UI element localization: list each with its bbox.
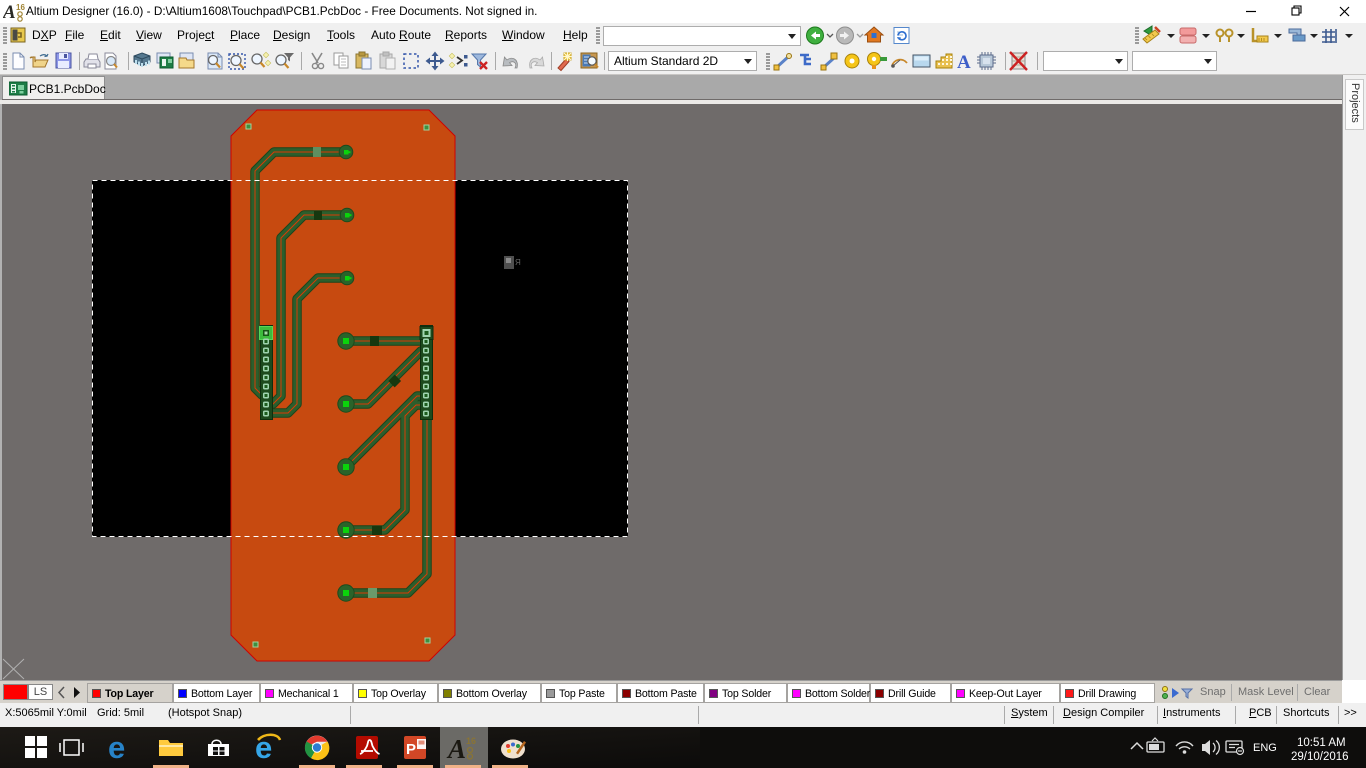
svg-text:29/10/2016: 29/10/2016 [1291,751,1349,763]
svg-text:A: A [446,734,466,764]
svg-text:A: A [3,2,16,22]
svg-text:10:51 AM: 10:51 AM [1297,737,1346,749]
svg-text:16: 16 [16,3,25,12]
svg-text:P: P [406,741,416,758]
svg-text:ENG: ENG [1253,742,1277,754]
svg-text:16: 16 [466,736,476,746]
svg-text:e: e [108,730,125,765]
svg-text:A: A [957,52,971,73]
svg-text:Я: Я [515,258,521,267]
